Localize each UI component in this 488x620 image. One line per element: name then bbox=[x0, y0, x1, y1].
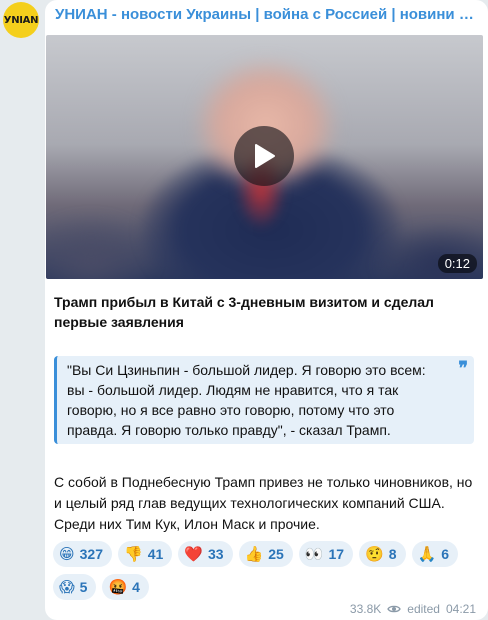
message-meta: 33.8K edited 04:21 bbox=[350, 602, 476, 616]
channel-avatar[interactable]: УNIAN bbox=[3, 2, 39, 38]
thumbs-down-icon: 👎 bbox=[124, 544, 143, 563]
reaction-cursing-face[interactable]: 🤬 4 bbox=[102, 574, 149, 600]
reaction-count: 17 bbox=[328, 546, 345, 562]
post-body: С собой в Поднебесную Трамп привез не то… bbox=[54, 474, 473, 532]
reaction-count: 6 bbox=[441, 546, 450, 562]
cursing-face-icon: 🤬 bbox=[108, 577, 128, 596]
avatar-logo-text: УNIAN bbox=[3, 14, 39, 26]
channel-title[interactable]: УНИАН - новости Украины | война с Россие… bbox=[55, 6, 480, 23]
reaction-count: 41 bbox=[147, 546, 164, 562]
thumbs-up-icon: 👍 bbox=[244, 544, 264, 563]
message-bubble: УНИАН - новости Украины | война с Россие… bbox=[45, 0, 488, 620]
reaction-count: 8 bbox=[388, 546, 397, 562]
message-time: 04:21 bbox=[445, 602, 476, 616]
post-headline: Трамп прибыл в Китай с 3-дневным визитом… bbox=[54, 294, 434, 330]
video-blur bbox=[46, 215, 156, 279]
pray-icon: 🙏 bbox=[417, 544, 437, 563]
quote-icon: ❞ bbox=[458, 358, 468, 379]
reaction-count: 4 bbox=[132, 579, 140, 595]
reaction-count: 327 bbox=[79, 546, 103, 562]
edited-label: edited bbox=[407, 602, 440, 616]
reaction-count: 33 bbox=[207, 546, 224, 562]
reactions-bar: 😁 327 👎 41 ❤️ 33 👍 25 👀 17 🤨 8 🙏 6 😱 5 🤬… bbox=[53, 541, 483, 607]
reaction-thumbs-up[interactable]: 👍 25 bbox=[238, 541, 293, 567]
reaction-raised-eyebrow[interactable]: 🤨 8 bbox=[359, 541, 406, 567]
reaction-eyes[interactable]: 👀 17 bbox=[298, 541, 354, 567]
eyes-icon: 👀 bbox=[304, 544, 324, 563]
reaction-pray[interactable]: 🙏 6 bbox=[411, 541, 459, 567]
reaction-scream[interactable]: 😱 5 bbox=[53, 574, 97, 600]
blockquote: "Вы Си Цзиньпин - большой лидер. Я говор… bbox=[54, 356, 474, 444]
reaction-thumbs-down[interactable]: 👎 41 bbox=[118, 541, 173, 567]
reaction-heart[interactable]: ❤️ 33 bbox=[178, 541, 233, 567]
heart-icon: ❤️ bbox=[184, 544, 203, 563]
video-duration: 0:12 bbox=[437, 254, 477, 273]
play-icon bbox=[255, 144, 275, 168]
eye-icon bbox=[387, 605, 402, 613]
scream-icon: 😱 bbox=[59, 577, 75, 596]
view-count: 33.8K bbox=[349, 602, 382, 616]
raised-eyebrow-icon: 🤨 bbox=[365, 544, 384, 563]
quote-text: "Вы Си Цзиньпин - большой лидер. Я говор… bbox=[67, 362, 426, 438]
reaction-grin[interactable]: 😁 327 bbox=[53, 541, 112, 567]
reaction-count: 5 bbox=[79, 579, 88, 595]
reaction-count: 25 bbox=[268, 546, 284, 562]
video-preview[interactable]: 0:12 bbox=[46, 35, 483, 279]
grin-icon: 😁 bbox=[59, 544, 75, 563]
play-button[interactable] bbox=[234, 126, 294, 186]
reactions-row: 😁 327 👎 41 ❤️ 33 👍 25 👀 17 🤨 8 🙏 6 bbox=[53, 541, 483, 567]
reactions-row: 😱 5 🤬 4 bbox=[53, 574, 483, 600]
